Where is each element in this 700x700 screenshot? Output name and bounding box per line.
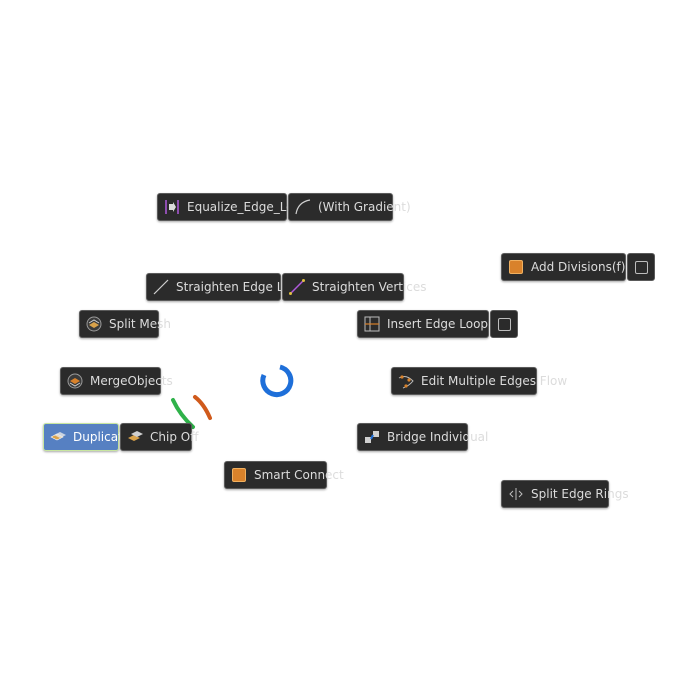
insert-edge-loop-button[interactable]: Insert Edge Loop x5 — [357, 310, 507, 338]
bridge-icon — [363, 428, 381, 446]
equalize-edge-loop-button[interactable]: Equalize_Edge_Loop — [157, 193, 308, 221]
straight-line-icon — [152, 278, 170, 296]
split-rings-icon — [507, 485, 525, 503]
merge-objects-button[interactable]: MergeObjects — [60, 367, 173, 395]
split-mesh-label: Split Mesh — [109, 317, 172, 331]
split-mesh-button[interactable]: Split Mesh — [79, 310, 171, 338]
option-box-icon — [634, 260, 648, 274]
straighten-edge-loop-button[interactable]: Straighten Edge Loop — [146, 273, 305, 301]
edge-flow-icon — [397, 372, 415, 390]
edit-multiple-edges-flow-button[interactable]: Edit Multiple Edges Flow — [391, 367, 567, 395]
grid-loop-icon — [363, 315, 381, 333]
with-gradient-button[interactable]: (With Gradient) — [288, 193, 411, 221]
add-divisions-option-box[interactable] — [627, 253, 655, 281]
option-box-icon — [497, 317, 511, 331]
insert-edge-loop-group: Insert Edge Loop x5 — [357, 310, 518, 338]
split-edge-rings-label: Split Edge Rings — [531, 487, 629, 501]
equalize-edge-icon — [163, 198, 181, 216]
bridge-individual-button[interactable]: Bridge Individual — [357, 423, 488, 451]
smart-connect-button[interactable]: Smart Connect — [224, 461, 344, 489]
straighten-vertices-label: Straighten Vertices — [312, 280, 427, 294]
insert-edge-loop-label: Insert Edge Loop x5 — [387, 317, 507, 331]
smart-connect-label: Smart Connect — [254, 468, 344, 482]
straighten-vertices-button[interactable]: Straighten Vertices — [282, 273, 427, 301]
chip-off-button[interactable]: Chip Off — [120, 423, 198, 451]
straight-vertices-icon — [288, 278, 306, 296]
duplicate-icon — [49, 428, 67, 446]
insert-edge-loop-option-box[interactable] — [490, 310, 518, 338]
add-divisions-group: Add Divisions(f) x1 — [501, 253, 655, 281]
orange-cube-icon — [507, 258, 525, 276]
duplicate-button[interactable]: Duplicate — [43, 423, 130, 451]
merge-objects-label: MergeObjects — [90, 374, 173, 388]
direction-arc-orange — [193, 395, 212, 420]
edit-multiple-edges-flow-label: Edit Multiple Edges Flow — [421, 374, 568, 388]
equalize-edge-loop-group: Equalize_Edge_Loop (With Gradient) — [157, 193, 411, 221]
add-divisions-button[interactable]: Add Divisions(f) x1 — [501, 253, 644, 281]
bridge-individual-label: Bridge Individual — [387, 430, 489, 444]
chip-off-icon — [126, 428, 144, 446]
with-gradient-label: (With Gradient) — [318, 200, 411, 214]
pie-center-ring — [260, 364, 294, 398]
split-edge-rings-button[interactable]: Split Edge Rings — [501, 480, 629, 508]
straighten-group: Straighten Edge Loop Straighten Vertices — [146, 273, 427, 301]
merge-objects-icon — [66, 372, 84, 390]
gradient-curve-icon — [294, 198, 312, 216]
duplicate-group: Duplicate Chip Off — [43, 423, 198, 451]
smart-connect-icon — [230, 466, 248, 484]
chip-off-label: Chip Off — [150, 430, 199, 444]
split-mesh-icon — [85, 315, 103, 333]
